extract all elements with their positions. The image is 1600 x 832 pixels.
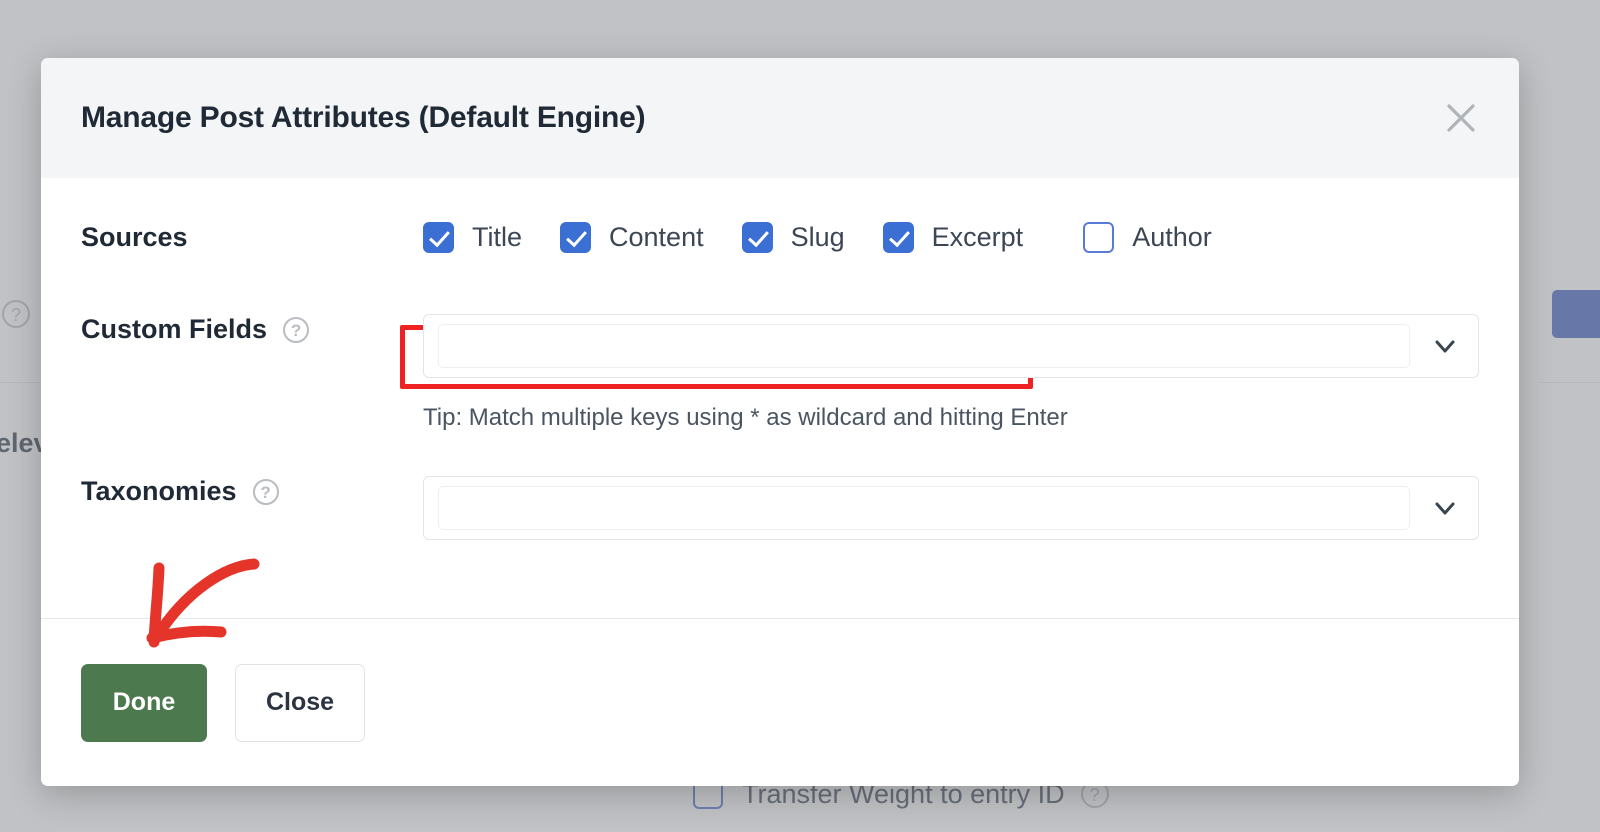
help-icon[interactable]: ? bbox=[252, 478, 279, 505]
checkbox-slug[interactable] bbox=[741, 221, 773, 253]
custom-fields-select[interactable] bbox=[423, 314, 1479, 378]
source-checkbox-slug[interactable]: Slug bbox=[741, 221, 845, 253]
chevron-down-icon[interactable] bbox=[1428, 329, 1462, 363]
taxonomies-label: Taxonomies ? bbox=[81, 476, 423, 507]
sources-label: Sources bbox=[81, 221, 188, 252]
checkbox-title[interactable] bbox=[423, 221, 454, 253]
custom-fields-label-text: Custom Fields bbox=[81, 314, 268, 344]
modal-title: Manage Post Attributes (Default Engine) bbox=[81, 101, 646, 134]
taxonomies-select-wrap bbox=[423, 476, 1479, 540]
source-label-title: Title bbox=[472, 221, 523, 252]
source-label-slug: Slug bbox=[790, 221, 845, 252]
done-button[interactable]: Done bbox=[81, 663, 207, 742]
sources-row: Sources Title Content Slug Excerpt Autho… bbox=[81, 178, 1479, 296]
custom-fields-row: Custom Fields ? Tip: Match multiple keys… bbox=[81, 314, 1479, 432]
taxonomies-select[interactable] bbox=[423, 476, 1479, 540]
close-icon[interactable] bbox=[1439, 96, 1483, 140]
manage-post-attributes-modal: Manage Post Attributes (Default Engine) … bbox=[41, 58, 1519, 786]
checkbox-content[interactable] bbox=[560, 221, 592, 253]
close-button[interactable]: Close bbox=[235, 663, 365, 742]
taxonomies-row: Taxonomies ? bbox=[81, 476, 1479, 540]
chevron-down-icon[interactable] bbox=[1428, 491, 1462, 525]
help-icon[interactable]: ? bbox=[283, 316, 310, 343]
source-checkbox-excerpt[interactable]: Excerpt bbox=[882, 221, 1024, 253]
taxonomies-label-text: Taxonomies bbox=[81, 476, 237, 506]
modal-footer: Done Close bbox=[41, 618, 1519, 786]
source-checkbox-title[interactable]: Title bbox=[423, 221, 523, 253]
custom-fields-tip: Tip: Match multiple keys using * as wild… bbox=[423, 404, 1068, 431]
custom-fields-label: Custom Fields ? bbox=[81, 314, 423, 345]
modal-header: Manage Post Attributes (Default Engine) bbox=[41, 58, 1519, 178]
custom-fields-select-wrap: Tip: Match multiple keys using * as wild… bbox=[423, 314, 1479, 432]
source-label-excerpt: Excerpt bbox=[931, 221, 1024, 252]
source-label-content: Content bbox=[609, 221, 704, 252]
checkbox-author[interactable] bbox=[1083, 221, 1115, 253]
modal-body: Sources Title Content Slug Excerpt Autho… bbox=[41, 178, 1519, 618]
checkbox-excerpt[interactable] bbox=[882, 221, 914, 253]
taxonomies-input[interactable] bbox=[438, 486, 1410, 530]
custom-fields-input[interactable] bbox=[438, 324, 1410, 368]
sources-checkbox-group: Title Content Slug Excerpt Author bbox=[423, 178, 1212, 296]
source-checkbox-content[interactable]: Content bbox=[560, 221, 704, 253]
source-checkbox-author[interactable]: Author bbox=[1083, 221, 1212, 253]
source-label-author: Author bbox=[1132, 221, 1212, 252]
